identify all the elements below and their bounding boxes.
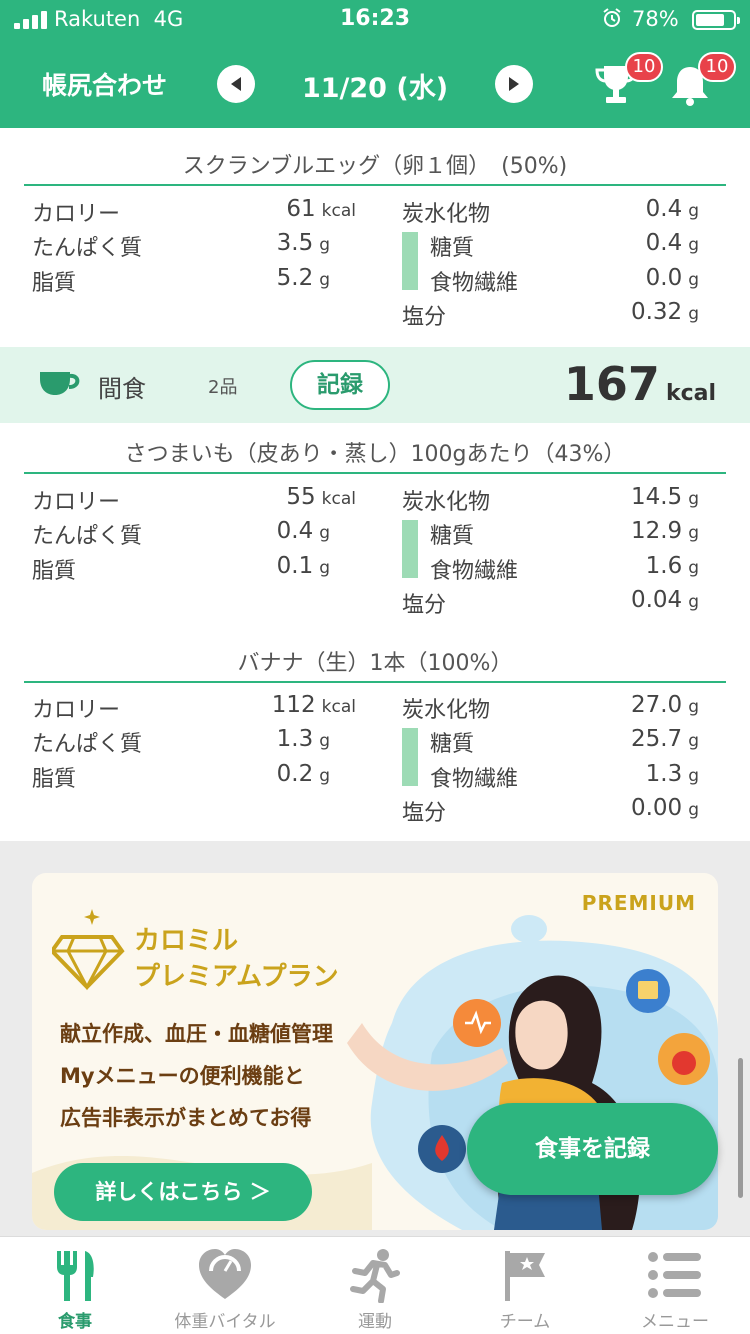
diamond-icon	[52, 909, 125, 991]
calories-label: カロリー	[32, 698, 121, 723]
scrollbar[interactable]	[738, 1058, 743, 1198]
triangle-right-icon	[509, 77, 519, 91]
sub-nutrient-bar	[402, 728, 418, 786]
salt-label: 塩分	[402, 801, 447, 826]
food-title: スクランブルエッグ（卵１個） (50%)	[182, 154, 568, 179]
fat-value: 0.2 g	[276, 761, 330, 787]
plan-title: カロミル プレミアムプラン	[134, 926, 339, 992]
page-title: 帳尻合わせ	[42, 71, 168, 100]
sugar-value: 12.9 g	[630, 518, 699, 544]
menu-list-icon	[648, 1252, 701, 1298]
carbs-label: 炭水化物	[402, 490, 491, 515]
protein-label: たんぱく質	[32, 236, 143, 261]
divider	[24, 472, 726, 474]
heart-scale-icon	[199, 1249, 251, 1299]
food-title: さつまいも（皮あり・蒸し）100gあたり（43%）	[124, 442, 626, 467]
battery-icon	[692, 10, 740, 30]
tab-exercise[interactable]: 運動	[300, 1237, 450, 1334]
sub-nutrient-bar	[402, 232, 418, 290]
food-title: バナナ（生）1本（100%）	[237, 651, 513, 676]
battery-percent: 78%	[632, 7, 679, 31]
bottom-tab-bar: 食事 体重バイタル 運動 チーム メニュー	[0, 1236, 750, 1334]
current-date: 11/20 (水)	[301, 73, 449, 104]
sugar-value: 25.7 g	[630, 726, 699, 752]
fork-knife-icon	[57, 1251, 94, 1301]
teacup-icon	[40, 372, 80, 395]
next-day-button[interactable]	[495, 65, 533, 103]
runner-icon	[350, 1249, 400, 1303]
protein-value: 3.5 g	[276, 230, 330, 256]
fiber-value: 1.3 g	[645, 761, 699, 787]
fiber-label: 食物繊維	[430, 271, 519, 296]
snack-meal-header: 間食 2品 記録 167 kcal	[0, 347, 750, 423]
calories-label: カロリー	[32, 490, 121, 515]
tab-weight-vital[interactable]: 体重バイタル	[150, 1237, 300, 1334]
prev-day-button[interactable]	[217, 65, 255, 103]
details-button[interactable]: 詳しくはこちら ＞	[54, 1163, 312, 1221]
item-count: 2品	[208, 377, 238, 398]
fat-value: 5.2 g	[276, 265, 330, 291]
sugar-label: 糖質	[430, 524, 475, 549]
sugar-label: 糖質	[430, 236, 475, 261]
salt-value: 0.04 g	[630, 587, 699, 613]
fat-value: 0.1 g	[276, 553, 330, 579]
salt-value: 0.32 g	[630, 299, 699, 325]
carbs-label: 炭水化物	[402, 202, 491, 227]
protein-value: 1.3 g	[276, 726, 330, 752]
meal-total-kcal: 167 kcal	[563, 357, 716, 411]
promo-description: 献立作成、血圧・血糖値管理 Myメニューの便利機能と 広告非表示がまとめてお得	[60, 1022, 333, 1130]
alarm-clock-icon	[603, 8, 621, 27]
trophy-badge: 10	[625, 52, 663, 82]
sugar-value: 0.4 g	[645, 230, 699, 256]
carbs-value: 14.5 g	[630, 484, 699, 510]
flag-star-icon	[505, 1251, 545, 1301]
calories-value: 61 kcal	[286, 196, 356, 222]
meal-name: 間食	[98, 375, 146, 403]
salt-label: 塩分	[402, 593, 447, 618]
divider	[24, 184, 726, 186]
record-button[interactable]: 記録	[290, 360, 390, 410]
bell-badge: 10	[698, 52, 736, 82]
triangle-left-icon	[231, 77, 241, 91]
fiber-value: 1.6 g	[645, 553, 699, 579]
fiber-label: 食物繊維	[430, 767, 519, 792]
carbs-value: 27.0 g	[630, 692, 699, 718]
calories-label: カロリー	[32, 202, 121, 227]
status-bar: Rakuten 4G 16:23 78%	[0, 0, 750, 40]
protein-label: たんぱく質	[32, 524, 143, 549]
protein-label: たんぱく質	[32, 732, 143, 757]
fiber-value: 0.0 g	[645, 265, 699, 291]
meal-detail-list: スクランブルエッグ（卵１個） (50%) カロリー 61 kcal たんぱく質 3…	[0, 128, 750, 841]
fat-label: 脂質	[32, 559, 77, 584]
fat-label: 脂質	[32, 271, 77, 296]
sugar-label: 糖質	[430, 732, 475, 757]
protein-value: 0.4 g	[276, 518, 330, 544]
fat-label: 脂質	[32, 767, 77, 792]
premium-label: PREMIUM	[581, 891, 696, 915]
record-meal-button[interactable]: 食事を記録	[467, 1103, 718, 1195]
tab-team[interactable]: チーム	[450, 1237, 600, 1334]
carbs-value: 0.4 g	[645, 196, 699, 222]
sub-nutrient-bar	[402, 520, 418, 578]
calories-value: 112 kcal	[271, 692, 356, 718]
tab-menu[interactable]: メニュー	[600, 1237, 750, 1334]
divider	[24, 681, 726, 683]
carbs-label: 炭水化物	[402, 698, 491, 723]
app-header: Rakuten 4G 16:23 78% 帳尻合わせ 11/20 (水) 10 …	[0, 0, 750, 128]
salt-value: 0.00 g	[630, 795, 699, 821]
tab-meal[interactable]: 食事	[0, 1237, 150, 1334]
salt-label: 塩分	[402, 305, 447, 330]
fiber-label: 食物繊維	[430, 559, 519, 584]
calories-value: 55 kcal	[286, 484, 356, 510]
